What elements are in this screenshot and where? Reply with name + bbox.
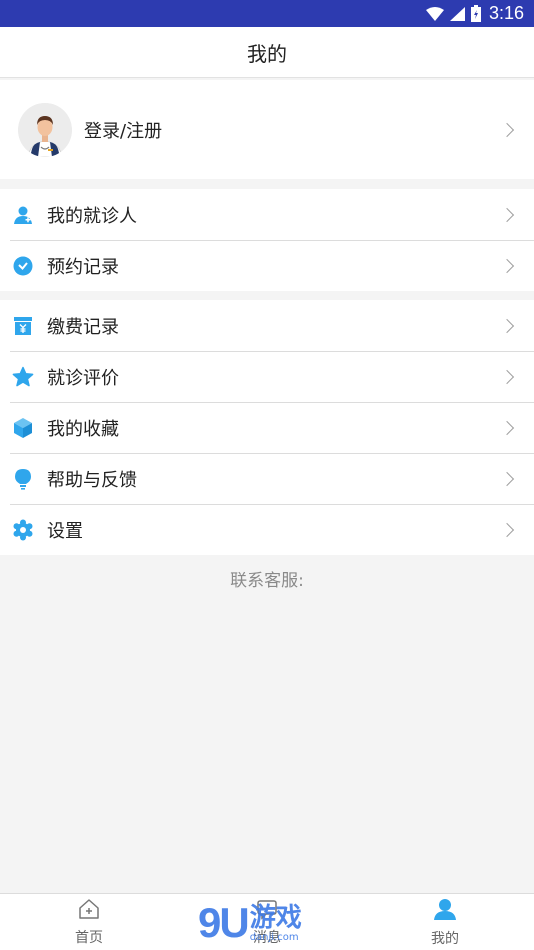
tab-label: 消息 — [253, 929, 281, 946]
home-icon — [78, 898, 100, 924]
menu-item-my-patients[interactable]: 我的就诊人 — [0, 189, 534, 240]
chevron-right-icon — [499, 522, 515, 537]
avatar — [18, 102, 72, 157]
menu-item-payment-records[interactable]: 缴费记录 — [0, 300, 534, 351]
chevron-right-icon — [499, 318, 515, 333]
menu-item-label: 就诊评价 — [47, 367, 119, 389]
tab-label: 我的 — [431, 930, 459, 947]
chevron-right-icon — [499, 207, 515, 222]
page-title: 我的 — [247, 41, 287, 66]
status-time: 3:16 — [488, 3, 524, 23]
chevron-right-icon — [499, 258, 515, 273]
menu-item-label: 帮助与反馈 — [47, 469, 137, 491]
tab-mine[interactable]: 我的 — [356, 894, 534, 950]
menu-item-label: 预约记录 — [47, 256, 119, 278]
bulb-icon — [12, 468, 34, 490]
page-header: 我的 — [0, 27, 534, 78]
clock-icon — [12, 255, 34, 277]
tab-messages[interactable]: 消息 — [178, 894, 356, 950]
menu-item-settings[interactable]: 设置 — [0, 504, 534, 555]
login-register-label: 登录/注册 — [84, 120, 163, 142]
menu-item-label: 我的就诊人 — [47, 205, 137, 227]
chevron-right-icon — [499, 420, 515, 435]
chevron-right-icon — [499, 122, 515, 137]
signal-icon — [449, 6, 465, 21]
chevron-right-icon — [499, 369, 515, 384]
menu-item-my-favorites[interactable]: 我的收藏 — [0, 402, 534, 453]
user-icon — [433, 897, 457, 925]
tab-home[interactable]: 首页 — [0, 894, 178, 950]
patient-icon — [12, 204, 34, 226]
wifi-icon — [425, 6, 444, 21]
gear-icon — [12, 519, 34, 541]
tab-label: 首页 — [75, 929, 103, 946]
payment-icon — [12, 315, 34, 337]
menu-item-label: 我的收藏 — [47, 418, 119, 440]
menu-group-2: 缴费记录 就诊评价 我的收藏 帮助与反馈 设置 — [0, 300, 534, 555]
chevron-right-icon — [499, 471, 515, 486]
menu-group-1: 我的就诊人 预约记录 — [0, 189, 534, 291]
message-icon — [256, 898, 278, 924]
battery-icon — [470, 5, 481, 22]
menu-item-visit-review[interactable]: 就诊评价 — [0, 351, 534, 402]
star-icon — [12, 366, 34, 388]
login-register-row[interactable]: 登录/注册 — [0, 80, 534, 179]
menu-item-label: 缴费记录 — [47, 316, 119, 338]
contact-support-label: 联系客服: — [230, 571, 304, 591]
bottom-tab-bar: 首页 消息 我的 — [0, 893, 534, 950]
menu-item-label: 设置 — [47, 520, 83, 542]
menu-item-appointment-records[interactable]: 预约记录 — [0, 240, 534, 291]
cube-icon — [12, 417, 34, 439]
status-bar: 3:16 — [0, 0, 534, 27]
menu-item-help-feedback[interactable]: 帮助与反馈 — [0, 453, 534, 504]
